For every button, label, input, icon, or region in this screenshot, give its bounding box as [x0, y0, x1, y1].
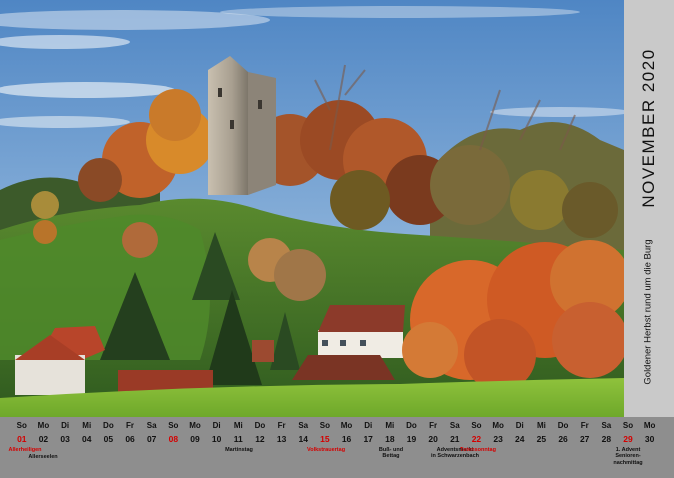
- weekday-label: Do: [406, 421, 417, 430]
- date-number: 24: [515, 434, 525, 444]
- date-number: 09: [190, 434, 200, 444]
- weekday-label: Mi: [385, 421, 395, 430]
- weekday-label: Fr: [277, 421, 286, 430]
- weekday-label: Mo: [643, 421, 656, 430]
- note-buss-line1: Buß- und: [378, 447, 404, 453]
- weekday-label: Do: [254, 421, 266, 430]
- weekday-label: Fr: [429, 421, 438, 430]
- date-number: 02: [38, 434, 49, 444]
- date-number: 16: [341, 434, 352, 444]
- note-advent-line3: nachmittag: [613, 459, 643, 466]
- weekday-label: Sa: [601, 421, 612, 430]
- date-number: 20: [428, 434, 438, 444]
- weekday-label: Sa: [298, 421, 309, 430]
- date-number: 18: [385, 434, 395, 444]
- date-number: 11: [233, 434, 243, 444]
- note-allerheiligen: Allerheiligen: [8, 447, 42, 453]
- weekday-label: Mo: [340, 421, 353, 430]
- date-number: 15: [320, 434, 330, 444]
- weekday-label: Do: [557, 421, 569, 430]
- note-buss-line2: Bettag: [382, 453, 400, 460]
- weekday-label: Mi: [536, 421, 546, 430]
- weekday-label: So: [471, 421, 482, 430]
- weekday-label: So: [622, 421, 634, 430]
- note-advent: 1. Advent Senioren- nachmittag: [613, 447, 642, 466]
- weekday-label: Fr: [126, 421, 135, 430]
- weekday-label: Mo: [492, 421, 504, 430]
- note-advent-line1: 1. Advent: [615, 447, 641, 453]
- weekday-label: Mi: [82, 421, 92, 430]
- date-number: 29: [623, 434, 633, 444]
- date-number: 27: [579, 434, 590, 444]
- date-number: 28: [601, 434, 612, 444]
- date-number: 05: [103, 434, 114, 444]
- note-allerseelen: Allerseelen: [28, 454, 58, 460]
- date-number: 10: [211, 434, 222, 444]
- note-martinstag: Martinstag: [225, 447, 253, 453]
- weekday-label: Mo: [37, 421, 50, 430]
- weekday-label: So: [319, 421, 330, 430]
- date-number: 25: [536, 434, 547, 444]
- weekday-label: Mo: [189, 421, 201, 430]
- date-number: 26: [558, 434, 568, 444]
- date-number: 03: [60, 434, 70, 444]
- weekday-label: Fr: [580, 421, 589, 430]
- note-totensonntag: Totensonntag: [460, 447, 496, 453]
- date-number: 22: [471, 434, 482, 444]
- landscape-photo: [0, 0, 624, 417]
- date-number: 13: [276, 434, 287, 444]
- date-number: 19: [406, 434, 417, 444]
- date-number: 06: [125, 434, 135, 444]
- date-number: 21: [450, 434, 460, 444]
- date-number: 07: [146, 434, 157, 444]
- weekday-label: So: [168, 421, 179, 430]
- weekday-label: Mi: [233, 421, 243, 430]
- note-buss-und-bettag: Buß- und Bettag: [379, 447, 403, 460]
- weekday-label: Sa: [146, 421, 157, 430]
- date-number: 17: [363, 434, 373, 444]
- calendar-strip: So 01 Mo 02 Di 03 Mi 04 Do 05 Fr 06 Sa 07 So 08 Mo 09 Di 10…: [0, 417, 674, 478]
- date-number: 12: [255, 434, 265, 444]
- date-number: 23: [493, 434, 503, 444]
- weekday-label: Sa: [449, 421, 460, 430]
- date-number: 04: [82, 434, 92, 444]
- castle-autumn-scene: [0, 0, 624, 417]
- note-adventsmarkt-line2: in Schwarzenbach: [431, 453, 479, 460]
- weekday-label: Di: [515, 421, 524, 430]
- weekday-label: Di: [61, 421, 70, 430]
- weekday-label: Do: [103, 421, 114, 430]
- date-number: 14: [298, 434, 308, 444]
- note-advent-line2: Senioren-: [615, 453, 641, 460]
- date-number: 08: [168, 434, 179, 444]
- month-title: NOVEMBER 2020: [639, 48, 658, 208]
- weekday-label: So: [16, 421, 27, 430]
- weekday-label: Di: [212, 421, 221, 430]
- note-volkstrauertag: Volkstrauertag: [306, 447, 346, 453]
- photo-caption: Goldener Herbst rund um die Burg: [642, 239, 654, 385]
- date-number: 01: [17, 434, 27, 444]
- date-number: 30: [644, 434, 655, 444]
- calendar-page: NOVEMBER 2020 Goldener Herbst rund um di…: [0, 0, 674, 478]
- weekday-label: Di: [364, 421, 373, 430]
